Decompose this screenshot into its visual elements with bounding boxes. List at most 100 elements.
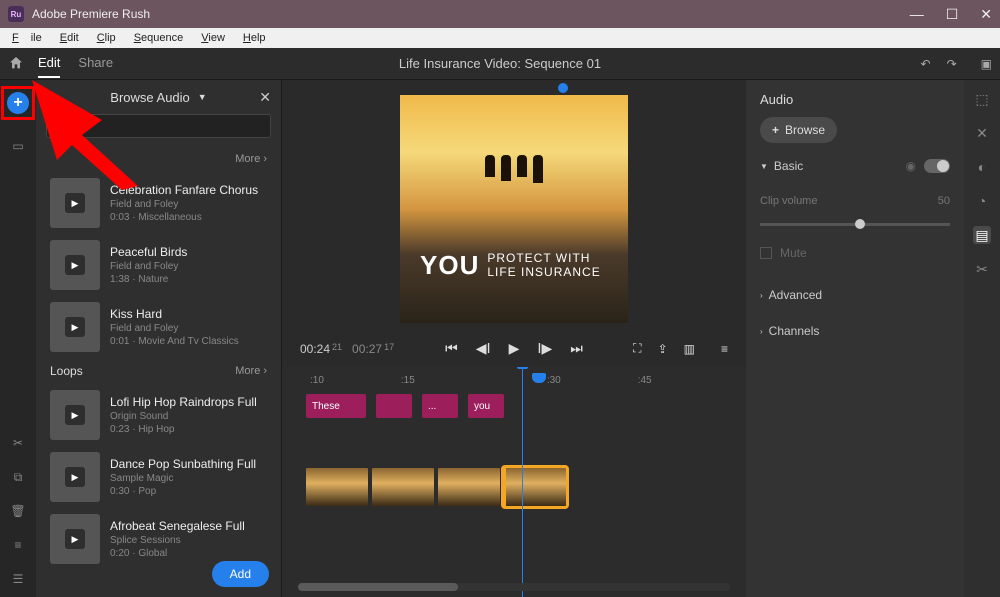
color-icon[interactable]: ◐	[973, 158, 991, 176]
list-icon[interactable]: ☰	[10, 571, 26, 587]
text-clip[interactable]: you	[468, 394, 504, 418]
duplicate-icon[interactable]: ⧉	[10, 469, 26, 485]
audio-icon[interactable]: ▤	[973, 226, 991, 244]
play-icon[interactable]: ▶	[65, 255, 85, 275]
step-forward-icon[interactable]: Ⅰ▶	[537, 340, 552, 357]
maximize-button[interactable]: ☐	[946, 6, 959, 23]
channels-label[interactable]: Channels	[769, 324, 820, 338]
titles-icon[interactable]: ⬚	[973, 90, 991, 108]
slider-knob[interactable]	[855, 219, 865, 229]
project-icon[interactable]: ▭	[10, 138, 26, 154]
chevron-down-icon[interactable]: ▼	[198, 92, 207, 102]
browse-panel: Browse Audio ▼ ✕ Sound Effects More › ▶ …	[36, 80, 282, 597]
menu-clip[interactable]: Clip	[91, 30, 122, 46]
browse-title[interactable]: Browse Audio	[110, 90, 190, 105]
play-icon[interactable]: ▶	[65, 529, 85, 549]
preview-you: YOU	[420, 250, 479, 281]
app-logo: Ru	[8, 6, 24, 22]
transport-bar: 00:2421 00:2717 ⏮ ◀Ⅰ ▶ Ⅰ▶ ⏭ ⛶ ⇪ ▥ ≡	[282, 330, 746, 367]
tab-share[interactable]: Share	[78, 49, 113, 78]
add-media-highlight: +	[1, 86, 35, 120]
preview-frame[interactable]: YOU PROTECT WITHLIFE INSURANCE	[400, 95, 628, 323]
video-clip[interactable]	[306, 468, 368, 506]
menu-sequence[interactable]: Sequence	[128, 30, 190, 46]
eye-icon[interactable]: ◉	[906, 159, 916, 173]
export-icon[interactable]: ⇪	[658, 342, 668, 356]
audio-thumb: ▶	[50, 390, 100, 440]
volume-slider[interactable]	[760, 223, 950, 226]
redo-icon[interactable]: ↷	[947, 57, 957, 71]
more-link[interactable]: More ›	[235, 153, 267, 165]
transitions-icon[interactable]: ✕	[973, 124, 991, 142]
audio-item[interactable]: ▶ Celebration Fanfare ChorusField and Fo…	[44, 172, 273, 234]
playhead-handle[interactable]	[532, 373, 546, 383]
time-ruler[interactable]: :10 :15 :30 :45	[296, 375, 732, 386]
play-icon[interactable]: ▶	[65, 193, 85, 213]
topbar: Edit Share Life Insurance Video: Sequenc…	[0, 48, 1000, 80]
audio-thumb: ▶	[50, 514, 100, 564]
add-button[interactable]: Add	[212, 561, 269, 587]
video-clip[interactable]	[372, 468, 434, 506]
selection-edge[interactable]	[504, 468, 506, 506]
step-back-icon[interactable]: ◀Ⅰ	[476, 340, 491, 357]
audio-item[interactable]: ▶ Kiss HardField and Foley0:01 · Movie A…	[44, 296, 273, 358]
add-media-button[interactable]: +	[7, 92, 29, 114]
basic-label: Basic	[774, 159, 803, 173]
marker-dot[interactable]	[558, 83, 568, 93]
app-title: Adobe Premiere Rush	[32, 7, 150, 21]
timeline-scrollbar[interactable]	[298, 583, 730, 591]
fullscreen-icon[interactable]: ⛶	[633, 341, 641, 356]
trash-icon[interactable]: 🗑	[10, 503, 26, 519]
audio-item[interactable]: ▶ Dance Pop Sunbathing FullSample Magic0…	[44, 446, 273, 508]
play-icon[interactable]: ▶	[65, 317, 85, 337]
video-clip-selected[interactable]	[504, 468, 566, 506]
audio-thumb: ▶	[50, 452, 100, 502]
text-clip[interactable]	[376, 394, 412, 418]
tab-edit[interactable]: Edit	[38, 49, 60, 78]
video-track	[296, 468, 732, 506]
right-rail: ⬚ ✕ ◐ ◔ ▤ ✂	[964, 80, 1000, 597]
menu-file[interactable]: File	[6, 30, 48, 46]
search-input[interactable]	[46, 114, 271, 138]
preview-monitor: YOU PROTECT WITHLIFE INSURANCE	[282, 80, 746, 330]
go-end-icon[interactable]: ⏭	[570, 340, 583, 357]
play-icon[interactable]: ▶	[65, 467, 85, 487]
mute-checkbox[interactable]	[760, 247, 772, 259]
timeline[interactable]: :10 :15 :30 :45 These ... you	[282, 367, 746, 597]
tracks-icon[interactable]: ≡	[10, 537, 26, 553]
menubar: File Edit Clip Sequence View Help	[0, 28, 1000, 48]
chevron-right-icon[interactable]: ›	[760, 291, 763, 300]
window-controls: — ☐ ✕	[910, 6, 992, 23]
chevron-right-icon[interactable]: ›	[760, 327, 763, 336]
minimize-button[interactable]: —	[910, 6, 924, 23]
play-icon[interactable]: ▶	[509, 340, 520, 357]
scrollbar-thumb[interactable]	[298, 583, 458, 591]
close-panel-icon[interactable]: ✕	[259, 89, 271, 106]
menu-edit[interactable]: Edit	[54, 30, 85, 46]
speed-icon[interactable]: ◔	[973, 192, 991, 210]
menu-dots-icon[interactable]: ≡	[721, 342, 728, 356]
more-link[interactable]: More ›	[235, 365, 267, 377]
video-clip[interactable]	[438, 468, 500, 506]
undo-icon[interactable]: ↶	[921, 57, 931, 71]
audio-thumb: ▶	[50, 178, 100, 228]
audio-item[interactable]: ▶ Peaceful BirdsField and Foley1:38 · Na…	[44, 234, 273, 296]
scissors-icon[interactable]: ✂	[10, 435, 26, 451]
crop-icon[interactable]: ✂	[973, 260, 991, 278]
layout-icon[interactable]: ▥	[684, 342, 695, 356]
close-button[interactable]: ✕	[980, 6, 992, 23]
chevron-down-icon[interactable]: ▼	[760, 162, 768, 171]
text-clip[interactable]: ...	[422, 394, 458, 418]
home-icon[interactable]	[8, 55, 26, 73]
audio-item[interactable]: ▶ Lofi Hip Hop Raindrops FullOrigin Soun…	[44, 384, 273, 446]
browse-button[interactable]: +Browse	[760, 117, 837, 143]
play-icon[interactable]: ▶	[65, 405, 85, 425]
advanced-label[interactable]: Advanced	[769, 288, 822, 302]
menu-view[interactable]: View	[195, 30, 231, 46]
basic-toggle[interactable]	[924, 159, 950, 173]
go-start-icon[interactable]: ⏮	[445, 340, 458, 357]
comment-icon[interactable]: ▣	[981, 57, 992, 71]
text-clip[interactable]: These	[306, 394, 366, 418]
playhead[interactable]	[522, 367, 523, 597]
menu-help[interactable]: Help	[237, 30, 272, 46]
